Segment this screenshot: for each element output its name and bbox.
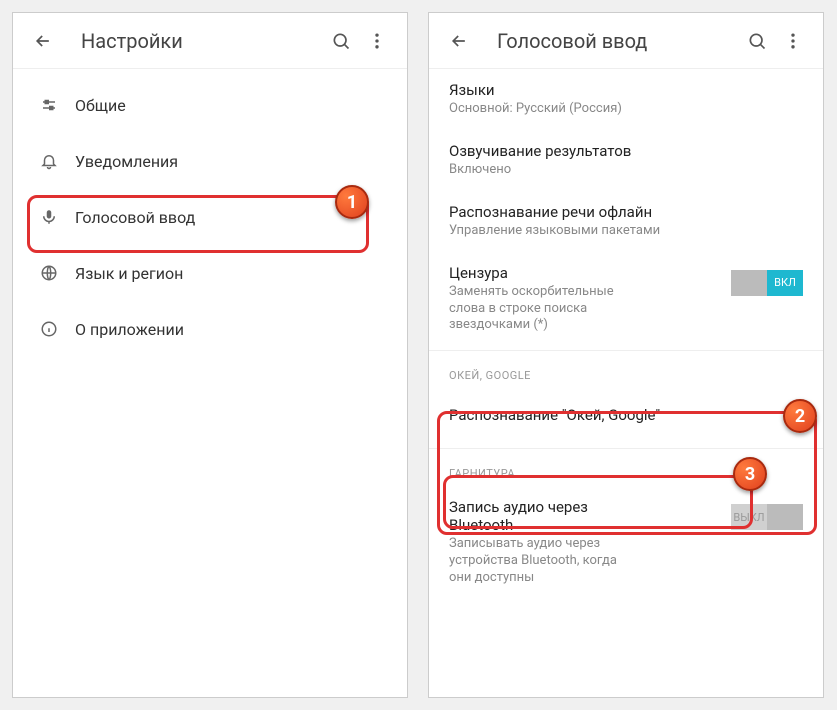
row-label: Общие xyxy=(75,96,126,115)
toggle-censor[interactable]: ВКЛ xyxy=(731,270,803,296)
phone-left: Настройки Общие Уведомления Голосовой вв… xyxy=(12,12,408,698)
setting-sub: Управление языковыми пакетами xyxy=(449,223,793,240)
row-languages[interactable]: Языки Основной: Русский (Россия) xyxy=(429,69,823,130)
setting-title: Цензура xyxy=(449,264,639,282)
info-icon xyxy=(29,320,69,338)
toggle-label: ВЫКЛ xyxy=(731,504,767,530)
setting-sub: Включено xyxy=(449,162,793,179)
globe-icon xyxy=(29,264,69,282)
row-offline[interactable]: Распознавание речи офлайн Управление язы… xyxy=(429,191,823,252)
settings-body: Языки Основной: Русский (Россия) Озвучив… xyxy=(429,69,823,599)
back-icon[interactable] xyxy=(441,23,477,59)
setting-sub: Записывать аудио через устройства Blueto… xyxy=(449,536,629,587)
more-icon[interactable] xyxy=(775,23,811,59)
row-general[interactable]: Общие xyxy=(13,77,407,133)
row-label: Язык и регион xyxy=(75,264,183,283)
phone-right: Голосовой ввод Языки Основной: Русский (… xyxy=(428,12,824,698)
row-label: Уведомления xyxy=(75,152,178,171)
section-okgoogle: ОКЕЙ, GOOGLE xyxy=(429,355,823,388)
setting-sub: Основной: Русский (Россия) xyxy=(449,101,793,118)
setting-title: Распознавание "Окей, Google" xyxy=(449,406,793,424)
search-icon[interactable] xyxy=(739,23,775,59)
search-icon[interactable] xyxy=(323,23,359,59)
page-title: Настройки xyxy=(81,29,323,53)
marker-1: 1 xyxy=(335,185,369,219)
row-censor[interactable]: Цензура Заменять оскорбительные слова в … xyxy=(429,252,823,347)
divider xyxy=(429,448,823,449)
setting-sub: Заменять оскорбительные слова в строке п… xyxy=(449,284,639,335)
row-label: Голосовой ввод xyxy=(75,208,195,227)
row-notifications[interactable]: Уведомления xyxy=(13,133,407,189)
mic-icon xyxy=(29,208,69,226)
row-label: О приложении xyxy=(75,320,184,339)
row-speak[interactable]: Озвучивание результатов Включено xyxy=(429,130,823,191)
back-icon[interactable] xyxy=(25,23,61,59)
bell-icon xyxy=(29,152,69,170)
row-language[interactable]: Язык и регион xyxy=(13,245,407,301)
page-title: Голосовой ввод xyxy=(497,29,739,53)
setting-title: Запись аудио через Bluetooth xyxy=(449,498,629,534)
row-okgoogle[interactable]: Распознавание "Окей, Google" xyxy=(429,388,823,444)
toggle-label: ВКЛ xyxy=(767,270,803,296)
marker-2: 2 xyxy=(783,399,817,433)
setting-title: Распознавание речи офлайн xyxy=(449,203,793,221)
setting-title: Озвучивание результатов xyxy=(449,142,793,160)
appbar-left: Настройки xyxy=(13,13,407,69)
divider xyxy=(429,350,823,351)
appbar-right: Голосовой ввод xyxy=(429,13,823,69)
sliders-icon xyxy=(29,96,69,114)
marker-3: 3 xyxy=(733,457,767,491)
row-bluetooth[interactable]: Запись аудио через Bluetooth Записывать … xyxy=(429,486,823,599)
more-icon[interactable] xyxy=(359,23,395,59)
toggle-bluetooth[interactable]: ВЫКЛ xyxy=(731,504,803,530)
setting-title: Языки xyxy=(449,81,793,99)
row-about[interactable]: О приложении xyxy=(13,301,407,357)
